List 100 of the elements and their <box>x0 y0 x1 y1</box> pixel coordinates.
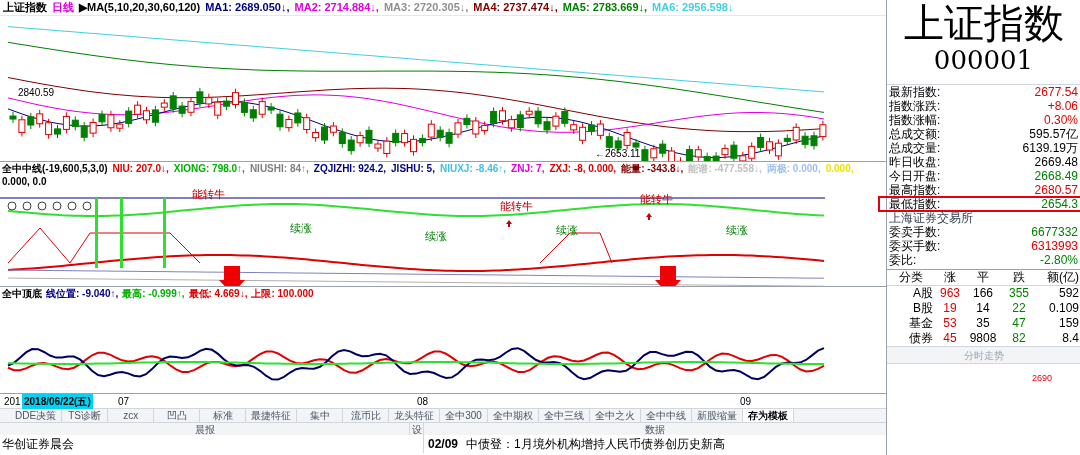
quote-label: 委买手数: <box>889 239 941 253</box>
legend-text: 上限: 100.000 <box>251 287 314 301</box>
legend-text: MA3: 2720.305↓, <box>383 0 469 16</box>
table-cell-text: 53 <box>942 316 958 331</box>
tab[interactable]: 流币比 <box>343 409 390 422</box>
news-item[interactable]: 中债登：1月境外机构增持人民币债券创历史新高 <box>466 435 725 453</box>
tab[interactable]: 集中 <box>297 409 344 422</box>
bar-marker <box>163 198 166 268</box>
legend-text: ▶MA(5,10,20,30,60,120) <box>79 0 201 16</box>
table-cell-text: 22 <box>1011 301 1027 316</box>
legend-text: NIUXJ: -8.46↑, <box>439 162 507 175</box>
tab[interactable]: 标准 <box>200 409 247 422</box>
quote-value: 6313993 <box>1031 239 1078 253</box>
arrow-icon <box>655 266 681 286</box>
quote-value: 2669.48 <box>1034 155 1078 169</box>
tab[interactable]: 全中300 <box>440 409 488 422</box>
legend-text: 日线 <box>52 0 74 16</box>
table-cell-text: 47 <box>1011 316 1027 331</box>
legend-text: 0.000, <box>825 162 854 175</box>
table-cell-text: 355 <box>1008 286 1030 301</box>
table-cell-text: 14 <box>975 301 991 316</box>
date-label: 09 <box>740 395 752 409</box>
quote-label: 最新指数: <box>889 85 941 99</box>
price-label: ←2653.11 <box>595 148 641 159</box>
column-header: 涨 <box>935 270 965 286</box>
legend-text: MA6: 2956.598↓ <box>652 0 734 16</box>
index-code: 000001 <box>932 46 1035 74</box>
tab[interactable]: 全中三线 <box>538 409 590 422</box>
axis-tick: 2690 <box>1031 372 1052 385</box>
trend-label: 续涨 <box>726 224 748 236</box>
table-cell-text: 债券 <box>908 331 934 346</box>
table-cell-text: 35 <box>975 316 991 331</box>
legend-text: MA1: 2689.050↓, <box>205 0 290 16</box>
arrow-icon <box>219 266 245 286</box>
legend-text: ZQJIZHI: 924.2, <box>313 162 387 175</box>
date-label: 08 <box>417 395 429 409</box>
quote-label: 昨日收盘: <box>889 155 941 169</box>
table-cell-text: 8.4 <box>1061 331 1080 346</box>
signal-label: 能转牛 <box>192 188 225 200</box>
column-header: 数据 <box>424 423 886 435</box>
tab[interactable]: 全中期权 <box>487 409 539 422</box>
legend-text: 上证指数 <box>3 0 47 16</box>
tab[interactable]: 存为模板 <box>742 409 794 422</box>
table-cell-text: A股 <box>912 286 934 301</box>
tab[interactable]: DDE决策 <box>10 409 63 422</box>
tab[interactable]: 龙头特征 <box>389 409 441 422</box>
legend-text: NIUSHI: 84↑, <box>249 162 309 175</box>
tab[interactable]: 新股缩量 <box>691 409 743 422</box>
tab[interactable]: 全中中线 <box>640 409 692 422</box>
legend-text: 能量: -343.8↓, <box>621 162 684 175</box>
quote-label: 指数涨跌: <box>889 99 941 113</box>
settings-button[interactable]: 设 <box>410 423 424 435</box>
legend-text: ZNJ: 7, <box>511 162 545 175</box>
quote-value: 2654.3 <box>1041 197 1078 211</box>
tab[interactable]: 凹凸 <box>154 409 201 422</box>
index-name: 上证指数 <box>902 0 1065 46</box>
price-label: 2840.59 <box>18 87 55 98</box>
news-item[interactable]: 华创证券晨会 <box>0 435 424 453</box>
legend-text: JISHU: 5, <box>391 162 435 175</box>
table-cell-text: 159 <box>1057 316 1080 331</box>
legend-text: MA5: 2783.669↓, <box>562 0 648 16</box>
legend-text: MA2: 2714.884↓, <box>294 0 379 16</box>
quote-label: 今日开盘: <box>889 169 941 183</box>
quote-label: 委卖手数: <box>889 225 941 239</box>
quote-value: -2.80% <box>1039 253 1078 267</box>
legend-text: 最高: -0.999↑, <box>122 287 185 301</box>
quote-label: 总成交额: <box>889 127 941 141</box>
news-date: 02/09 <box>428 436 459 453</box>
table-cell-text: 166 <box>972 286 994 301</box>
column-header: 跌 <box>1001 270 1037 286</box>
signal-label: 能转牛 <box>500 200 533 212</box>
table-cell-text: 963 <box>939 286 961 301</box>
bar-marker <box>95 198 98 268</box>
table-cell-text: 0.109 <box>1047 301 1080 316</box>
legend-text: NIU: 207.0↓, <box>112 162 169 175</box>
legend-text: 全中中线(-19,600,5,3,0) <box>2 162 108 175</box>
table-cell-text: 基金 <box>908 316 934 331</box>
legend-text: 能谱: -477.558↓, <box>688 162 762 175</box>
quote-value: 595.57亿 <box>1029 127 1078 141</box>
signal-label: 能转牛 <box>640 193 673 205</box>
quote-value: 2668.49 <box>1034 169 1078 183</box>
table-cell-text: 45 <box>942 331 958 346</box>
bar-marker <box>120 198 123 268</box>
quote-label: 最高指数: <box>889 183 941 197</box>
table-cell-text: 19 <box>942 301 958 316</box>
table-cell-text: 9808 <box>968 331 998 346</box>
date-label: 201 <box>4 395 21 409</box>
tab[interactable]: TS诊断 <box>62 409 109 422</box>
quote-label: 最低指数: <box>889 197 941 211</box>
column-header: 晨报 <box>0 423 410 435</box>
tab[interactable]: 最捷特征 <box>246 409 298 422</box>
quote-value: 2677.54 <box>1034 85 1078 99</box>
date-label: 07 <box>118 395 130 409</box>
cursor-date: 2018/06/22(五) <box>22 394 93 409</box>
legend-text: 线位置: -9.040↑, <box>46 287 119 301</box>
trend-label: 续涨 <box>290 222 312 234</box>
trend-label: 续涨 <box>556 224 578 236</box>
quote-label: 总成交量: <box>889 141 941 155</box>
tab[interactable]: 全中之火 <box>589 409 641 422</box>
tab[interactable]: zcx <box>108 409 155 422</box>
